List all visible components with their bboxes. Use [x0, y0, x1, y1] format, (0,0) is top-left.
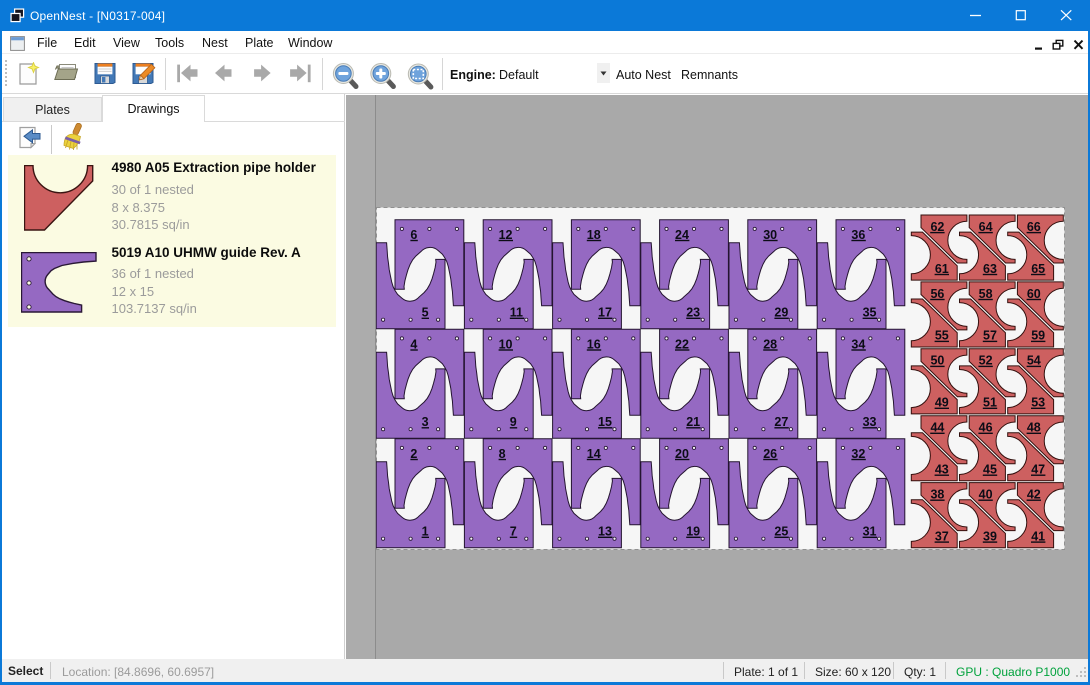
svg-text:52: 52: [978, 353, 992, 367]
svg-text:53: 53: [1031, 395, 1045, 409]
svg-text:37: 37: [934, 529, 948, 543]
svg-text:5: 5: [421, 305, 428, 319]
svg-text:35: 35: [862, 305, 876, 319]
svg-text:23: 23: [686, 305, 700, 319]
svg-text:26: 26: [763, 446, 777, 460]
svg-text:34: 34: [851, 337, 865, 351]
svg-text:55: 55: [934, 328, 948, 342]
svg-text:61: 61: [934, 261, 948, 275]
svg-text:42: 42: [1026, 487, 1040, 501]
svg-text:63: 63: [983, 261, 997, 275]
svg-text:43: 43: [934, 462, 948, 476]
svg-text:32: 32: [851, 446, 865, 460]
svg-text:3: 3: [421, 415, 428, 429]
svg-text:57: 57: [983, 328, 997, 342]
svg-text:49: 49: [934, 395, 948, 409]
svg-text:40: 40: [978, 487, 992, 501]
svg-text:58: 58: [978, 286, 992, 300]
svg-text:38: 38: [930, 487, 944, 501]
svg-text:64: 64: [978, 219, 992, 233]
svg-text:9: 9: [509, 415, 516, 429]
svg-text:50: 50: [930, 353, 944, 367]
svg-text:24: 24: [675, 227, 689, 241]
svg-text:15: 15: [598, 415, 612, 429]
svg-text:4: 4: [410, 337, 417, 351]
svg-text:16: 16: [586, 337, 600, 351]
svg-text:12: 12: [498, 227, 512, 241]
svg-text:29: 29: [774, 305, 788, 319]
svg-text:7: 7: [509, 524, 516, 538]
svg-text:27: 27: [774, 415, 788, 429]
svg-text:51: 51: [983, 395, 997, 409]
svg-text:48: 48: [1026, 420, 1040, 434]
svg-text:8: 8: [498, 446, 505, 460]
svg-text:17: 17: [598, 305, 612, 319]
svg-text:66: 66: [1026, 219, 1040, 233]
svg-text:13: 13: [598, 524, 612, 538]
svg-text:33: 33: [862, 415, 876, 429]
svg-text:11: 11: [509, 305, 522, 319]
svg-text:45: 45: [983, 462, 997, 476]
svg-text:1: 1: [421, 524, 428, 538]
svg-text:14: 14: [586, 446, 600, 460]
svg-text:10: 10: [498, 337, 512, 351]
svg-text:60: 60: [1026, 286, 1040, 300]
svg-text:25: 25: [774, 524, 788, 538]
svg-text:47: 47: [1031, 462, 1045, 476]
svg-text:39: 39: [983, 529, 997, 543]
svg-text:62: 62: [930, 219, 944, 233]
svg-text:6: 6: [410, 227, 417, 241]
svg-text:2: 2: [410, 446, 417, 460]
svg-text:44: 44: [930, 420, 944, 434]
svg-text:18: 18: [586, 227, 600, 241]
svg-text:46: 46: [978, 420, 992, 434]
svg-text:41: 41: [1031, 529, 1045, 543]
svg-text:22: 22: [675, 337, 689, 351]
svg-text:31: 31: [862, 524, 876, 538]
svg-text:20: 20: [675, 446, 689, 460]
svg-text:21: 21: [686, 415, 700, 429]
svg-text:56: 56: [930, 286, 944, 300]
svg-text:36: 36: [851, 227, 865, 241]
svg-text:28: 28: [763, 337, 777, 351]
svg-text:54: 54: [1026, 353, 1040, 367]
svg-text:30: 30: [763, 227, 777, 241]
svg-text:59: 59: [1031, 328, 1045, 342]
svg-text:19: 19: [686, 524, 700, 538]
svg-text:65: 65: [1031, 261, 1045, 275]
